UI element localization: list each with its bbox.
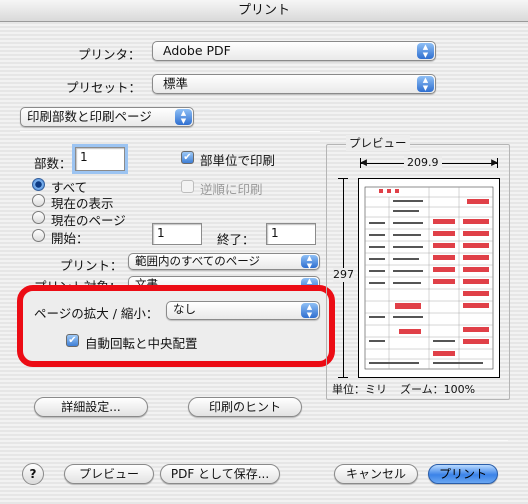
print-button[interactable]: プリント [428,464,498,484]
printer-popup[interactable]: Adobe PDF ▲ ▼ [152,41,436,61]
preview-height-dimension: 297 [333,178,354,378]
panel-popup[interactable]: 印刷部数と印刷ページ ▲ ▼ [20,107,194,127]
advanced-settings-button[interactable]: 詳細設定... [34,397,148,417]
window-title: プリント [0,0,528,22]
print-hints-button[interactable]: 印刷のヒント [188,397,302,417]
preview-title: プレビュー [346,135,410,151]
popup-arrows-icon: ▲ ▼ [417,76,434,92]
popup-arrows-icon: ▲ ▼ [417,43,434,59]
preset-label: プリセット： [66,80,142,95]
popup-arrows-icon: ▲ ▼ [175,109,192,125]
pages-current-view-radio[interactable] [32,194,45,207]
preview-zoom: ズーム：100% [400,383,476,396]
save-as-pdf-button[interactable]: PDF として保存... [160,464,280,484]
pages-from-input[interactable]: 1 [152,223,202,245]
preview-button[interactable]: プレビュー [64,464,154,484]
printer-label: プリンタ： [78,47,141,62]
collated-checkbox[interactable]: ✔ [181,151,194,164]
copies-input[interactable]: 1 [72,144,128,174]
highlight-frame [17,285,335,367]
pages-to-input[interactable]: 1 [266,223,316,245]
print-what-label: プリント： [60,258,123,273]
pages-current-page-radio[interactable] [32,211,45,224]
pages-all-radio[interactable] [32,178,45,191]
pages-to-label: 終了： [217,232,255,247]
pages-range-radio[interactable] [32,229,45,242]
separator [20,440,508,441]
reverse-order-label: 逆順に印刷 [200,182,263,197]
print-what-value: 範囲内のすべてのページ [135,254,261,268]
printer-value: Adobe PDF [163,43,231,58]
preview-width-value: 209.9 [404,156,442,170]
collated-label: 部単位で印刷 [200,153,276,168]
copies-label: 部数： [34,156,72,171]
separator [20,131,320,132]
preset-value: 標準 [163,76,189,91]
preview-unit: 単位：ミリ [332,383,387,396]
cancel-button[interactable]: キャンセル [334,464,418,484]
print-what-popup[interactable]: 範囲内のすべてのページ ▲ ▼ [128,253,320,270]
preview-height-value: 297 [333,268,354,282]
help-icon[interactable]: ? [22,463,44,485]
pages-from-label: 開始： [51,231,89,246]
pages-current-page-label: 現在のページ [51,213,126,228]
preview-width-dimension: ◀ ▶ 209.9 [360,156,498,170]
page-thumbnail [358,178,500,378]
preset-popup[interactable]: 標準 ▲ ▼ [152,74,436,94]
reverse-order-checkbox[interactable] [181,180,194,193]
tax-form-preview [364,186,494,370]
popup-arrows-icon: ▲ ▼ [301,254,318,270]
panel-value: 印刷部数と印刷ページ [27,109,152,124]
